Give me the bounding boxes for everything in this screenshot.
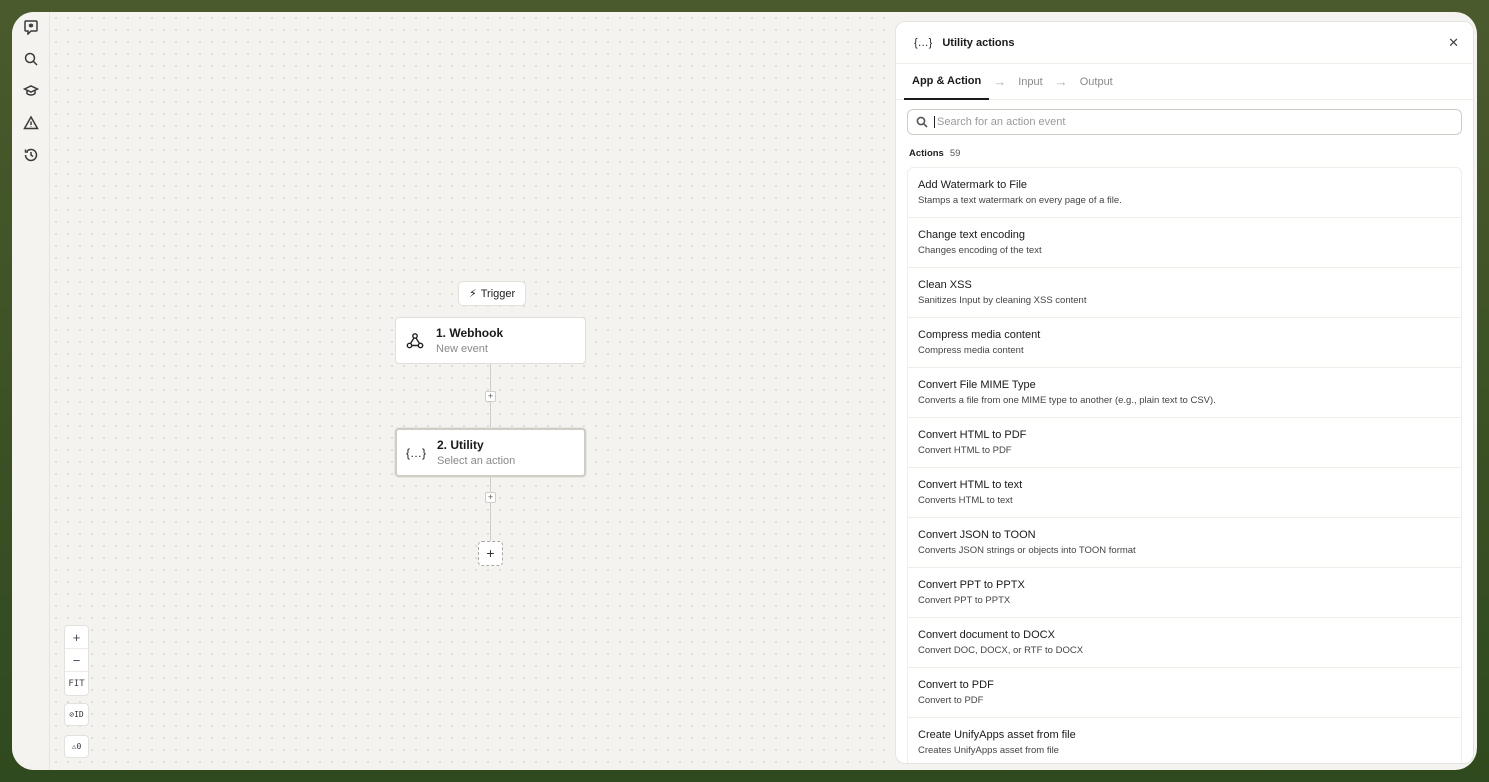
webhook-icon [404, 330, 426, 352]
app-window: ⚡︎ Trigger 1. Webhook New event + {…} 2.… [12, 12, 1477, 770]
left-rail [12, 12, 50, 770]
tab-input[interactable]: Input [1010, 64, 1050, 100]
node-utility[interactable]: {…} 2. Utility Select an action [395, 428, 586, 477]
workflow-canvas[interactable]: ⚡︎ Trigger 1. Webhook New event + {…} 2.… [50, 12, 895, 770]
graduation-cap-icon[interactable] [22, 82, 40, 100]
list-item[interactable]: Convert HTML to text Converts HTML to tex… [908, 468, 1461, 518]
history-icon[interactable] [22, 146, 40, 164]
utility-actions-panel: {…} Utility actions ✕ App & Action → Inp… [895, 21, 1474, 764]
search-box [907, 109, 1462, 135]
zoom-controls: + − FIT [64, 625, 89, 696]
list-item[interactable]: Create UnifyApps asset from file Creates … [908, 718, 1461, 763]
fit-button[interactable]: FIT [65, 672, 88, 695]
app-logo-icon[interactable] [22, 18, 40, 36]
node-title: 1. Webhook [436, 326, 504, 340]
braces-icon: {…} [914, 36, 933, 49]
tab-output[interactable]: Output [1072, 64, 1121, 100]
list-item[interactable]: Change text encoding Changes encoding of … [908, 218, 1461, 268]
add-node-button[interactable]: + [478, 541, 503, 566]
search-icon [916, 116, 928, 128]
add-step-button[interactable]: + [485, 492, 496, 503]
list-item[interactable]: Compress media content Compress media con… [908, 318, 1461, 368]
search-input[interactable] [934, 116, 1434, 128]
list-item[interactable]: Clean XSS Sanitizes Input by cleaning XSS… [908, 268, 1461, 318]
arrow-right-icon: → [1054, 74, 1068, 89]
node-title: 2. Utility [437, 438, 484, 452]
actions-heading: Actions 59 [909, 148, 961, 159]
node-subtitle: New event [436, 343, 488, 355]
close-icon[interactable]: ✕ [1448, 35, 1459, 51]
search-icon[interactable] [22, 50, 40, 68]
trigger-chip[interactable]: ⚡︎ Trigger [458, 281, 527, 306]
list-item[interactable]: Convert PPT to PPTX Convert PPT to PPTX [908, 568, 1461, 618]
list-item[interactable]: Convert File MIME Type Converts a file fr… [908, 368, 1461, 418]
warnings-button[interactable]: ⚠︎ 0 [64, 735, 89, 758]
trigger-label: Trigger [480, 287, 516, 300]
arrow-right-icon: → [993, 74, 1007, 89]
zoom-in-button[interactable]: + [65, 626, 88, 649]
list-item[interactable]: Convert to PDF Convert to PDF [908, 668, 1461, 718]
list-item[interactable]: Convert HTML to PDF Convert HTML to PDF [908, 418, 1461, 468]
tab-app-action[interactable]: App & Action [904, 64, 990, 100]
actions-list[interactable]: Add Watermark to File Stamps a text water… [907, 167, 1462, 763]
list-item[interactable]: Add Watermark to File Stamps a text water… [908, 168, 1461, 218]
list-item[interactable]: Convert JSON to TOON Converts JSON string… [908, 518, 1461, 568]
step-tabs: App & Action → Input → Output [896, 64, 1473, 100]
panel-title: Utility actions [942, 36, 1015, 49]
node-webhook[interactable]: 1. Webhook New event [395, 317, 586, 364]
node-subtitle: Select an action [437, 455, 516, 467]
warning-icon[interactable] [22, 114, 40, 132]
panel-header: {…} Utility actions ✕ [896, 22, 1473, 64]
braces-icon: {…} [405, 445, 426, 460]
id-toggle-button[interactable]: ⊘ ID [64, 703, 89, 726]
list-item[interactable]: Convert document to DOCX Convert DOC, DOC… [908, 618, 1461, 668]
lightning-icon: ⚡︎ [469, 288, 477, 300]
actions-count: 59 [949, 148, 961, 159]
zoom-out-button[interactable]: − [65, 649, 88, 672]
connector-line [490, 477, 491, 541]
add-step-button[interactable]: + [485, 391, 496, 402]
